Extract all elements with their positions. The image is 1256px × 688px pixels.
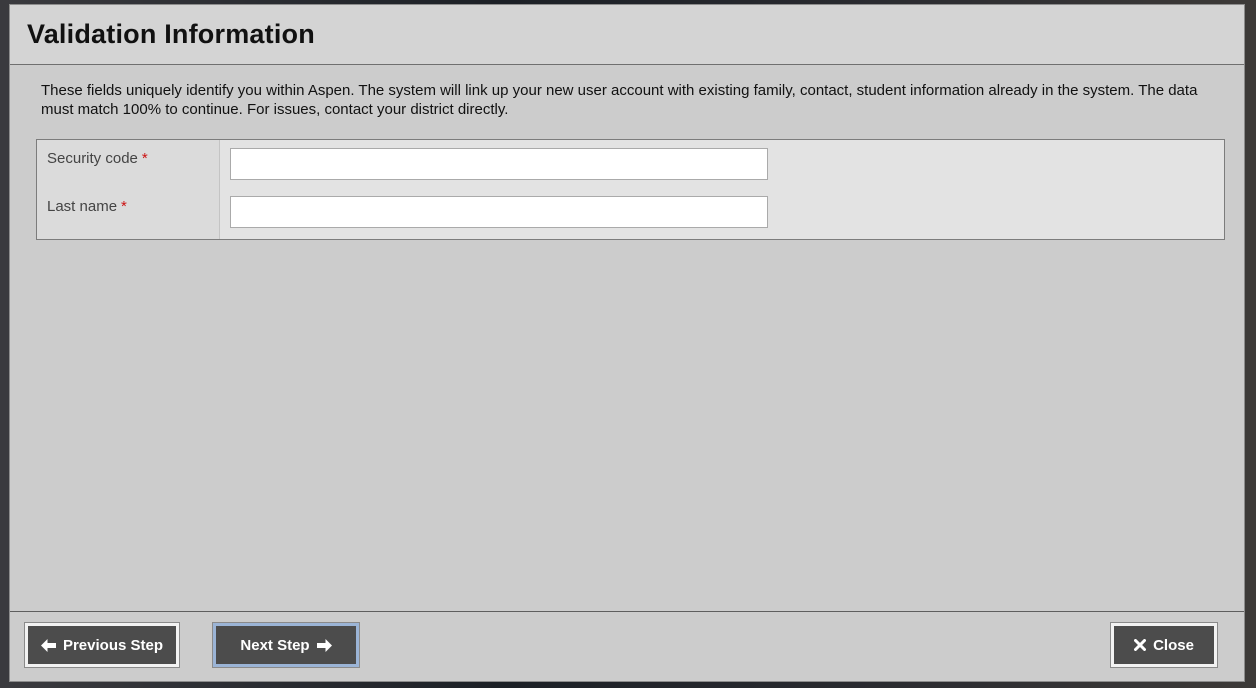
security-code-row: Security code * <box>37 140 1224 180</box>
previous-step-button[interactable]: Previous Step <box>25 623 179 667</box>
previous-step-label: Previous Step <box>62 636 164 654</box>
last-name-row: Last name * <box>37 188 1224 228</box>
required-marker: * <box>121 198 127 215</box>
last-name-label-text: Last name <box>47 198 118 215</box>
arrow-left-icon <box>40 638 56 652</box>
close-x-icon <box>1134 639 1147 651</box>
last-name-label: Last name * <box>47 198 127 215</box>
next-step-label: Next Step <box>240 636 310 654</box>
validation-dialog: Validation Information These fields uniq… <box>9 4 1245 682</box>
close-label: Close <box>1153 636 1194 654</box>
arrow-right-icon <box>316 638 332 652</box>
dialog-header: Validation Information <box>10 5 1244 65</box>
validation-form: Security code * Last name * <box>36 139 1225 240</box>
security-code-label: Security code * <box>47 150 148 167</box>
dialog-description: These fields uniquely identify you withi… <box>41 82 1198 118</box>
next-step-button[interactable]: Next Step <box>213 623 359 667</box>
close-button[interactable]: Close <box>1111 623 1217 667</box>
dialog-footer: Previous Step Next Step Close <box>10 611 1244 681</box>
security-code-input[interactable] <box>230 148 768 180</box>
last-name-input[interactable] <box>230 196 768 228</box>
required-marker: * <box>141 150 148 167</box>
dialog-title: Validation Information <box>27 19 315 49</box>
security-code-label-text: Security code <box>47 150 138 167</box>
